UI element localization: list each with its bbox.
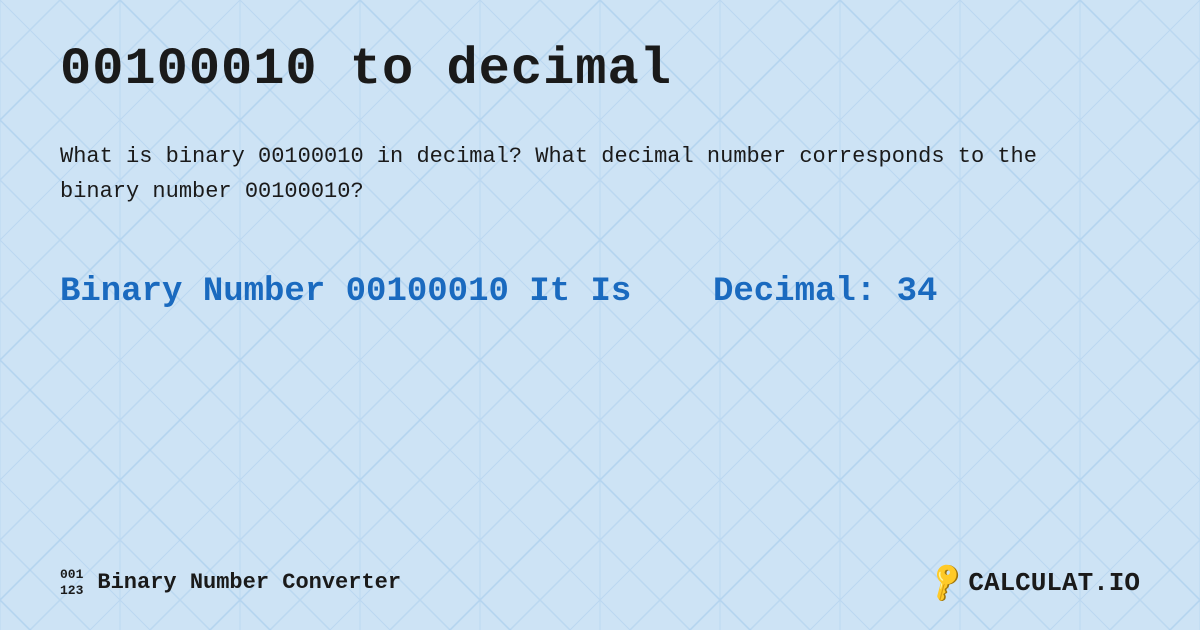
result-binary: 00100010 xyxy=(346,273,509,311)
description-text: What is binary 00100010 in decimal? What… xyxy=(60,139,1110,209)
result-decimal-value: 34 xyxy=(897,273,938,311)
result-label: Binary Number xyxy=(60,273,325,311)
page-title: 00100010 to decimal xyxy=(60,40,1140,99)
description-part1: What is binary 00100010 in decimal? xyxy=(60,144,522,169)
result-text: Binary Number 00100010 It Is Decimal: 34 xyxy=(60,269,1140,317)
result-decimal-label: Decimal: xyxy=(713,273,876,311)
result-section: Binary Number 00100010 It Is Decimal: 34 xyxy=(60,269,1140,317)
result-middle: It Is xyxy=(529,273,631,311)
